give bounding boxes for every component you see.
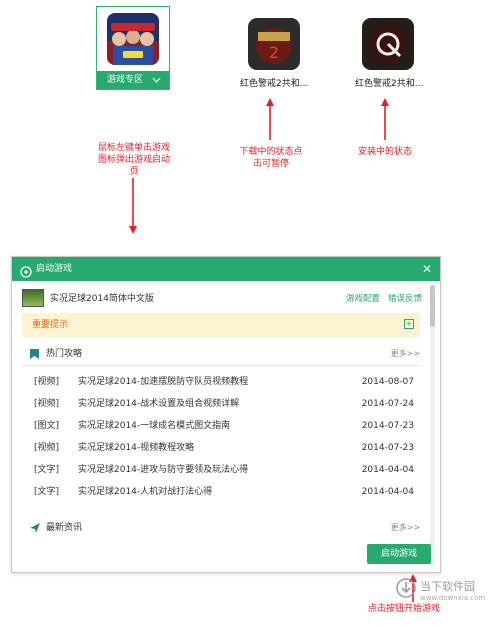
watermark-url: www.downxia.com [420, 594, 486, 602]
launch-game-dialog: 启动游戏 ✕ 实况足球2014简体中文版 游戏配置 错误反馈 重要提示 + 热门… [11, 256, 441, 573]
section-hot-guides: 热门攻略 更多>> [22, 343, 420, 366]
item-tag: [视频] [34, 377, 60, 387]
item-title[interactable]: 实况足球2014-视频教程攻略 [78, 437, 194, 459]
list-item[interactable]: [视频] 实况足球2014-视频教程攻略 2014-07-23 [34, 437, 414, 459]
annotation-note-2: 下载中的状态点击可暂停 [239, 147, 303, 169]
game-name: 实况足球2014简体中文版 [50, 294, 154, 304]
game-config-link[interactable]: 游戏配置 [346, 287, 380, 311]
item-tag: [文字] [34, 465, 60, 475]
scrollbar-track[interactable] [430, 285, 435, 567]
important-notice[interactable]: 重要提示 + [22, 313, 420, 337]
item-title[interactable]: 实况足球2014-进攻与防守要领及玩法心得 [78, 459, 248, 481]
section-title: 热门攻略 [46, 349, 83, 359]
watermark-name: 当下软件园 [420, 580, 475, 593]
game-thumbnail [22, 289, 44, 307]
dialog-titlebar[interactable]: 启动游戏 ✕ [12, 257, 440, 281]
start-game-button[interactable]: 启动游戏 [367, 544, 431, 564]
bookmark-icon [30, 349, 39, 362]
list-item[interactable]: [视频] 实况足球2014-加速摆脱防守队员视频教程 2014-08-07 [34, 371, 414, 393]
list-item[interactable]: [图文] 实况足球2014-一球成名模式图文指南 2014-07-23 [34, 415, 414, 437]
item-title[interactable]: 实况足球2014-战术设置及组合视频详解 [78, 393, 239, 415]
section-title: 最新资讯 [46, 523, 83, 533]
annotation-note-3: 安装中的状态 [357, 147, 412, 157]
item-tag: [视频] [34, 399, 60, 409]
item-date: 2014-07-24 [361, 399, 414, 409]
scrollbar-thumb[interactable] [430, 285, 435, 327]
game-info-row: 实况足球2014简体中文版 游戏配置 错误反馈 [22, 287, 426, 311]
gamepad-icon [20, 263, 32, 282]
item-date: 2014-07-23 [361, 421, 414, 431]
plane-icon [30, 523, 40, 536]
section-latest-news: 最新资讯 更多>> [22, 517, 420, 539]
more-link[interactable]: 更多>> [391, 343, 420, 365]
list-item[interactable]: [文字] 实况足球2014-进攻与防守要领及玩法心得 2014-04-04 [34, 459, 414, 481]
error-feedback-link[interactable]: 错误反馈 [388, 287, 422, 311]
more-link[interactable]: 更多>> [391, 517, 420, 539]
item-date: 2014-08-07 [361, 377, 414, 387]
dialog-title: 启动游戏 [36, 264, 73, 274]
annotation-note-1: 鼠标左键单击游戏图标弹出游戏启动页 [97, 143, 170, 177]
item-title[interactable]: 实况足球2014-人机对战打法心得 [78, 481, 212, 503]
item-date: 2014-07-23 [361, 443, 414, 453]
item-title[interactable]: 实况足球2014-加速摆脱防守队员视频教程 [78, 371, 248, 393]
notice-title: 重要提示 [32, 320, 69, 330]
download-icon [396, 578, 416, 598]
item-tag: [视频] [34, 443, 60, 453]
list-item[interactable]: [视频] 实况足球2014-战术设置及组合视频详解 2014-07-24 [34, 393, 414, 415]
item-tag: [图文] [34, 421, 60, 431]
item-title[interactable]: 实况足球2014-一球成名模式图文指南 [78, 415, 230, 437]
item-date: 2014-04-04 [361, 487, 414, 497]
item-tag: [文字] [34, 487, 60, 497]
expand-icon[interactable]: + [404, 319, 414, 329]
list-item[interactable]: [文字] 实况足球2014-人机对战打法心得 2014-04-04 [34, 481, 414, 503]
close-icon[interactable]: ✕ [422, 257, 432, 281]
item-date: 2014-04-04 [361, 465, 414, 475]
watermark: 当下软件园 www.downxia.com [396, 576, 496, 608]
